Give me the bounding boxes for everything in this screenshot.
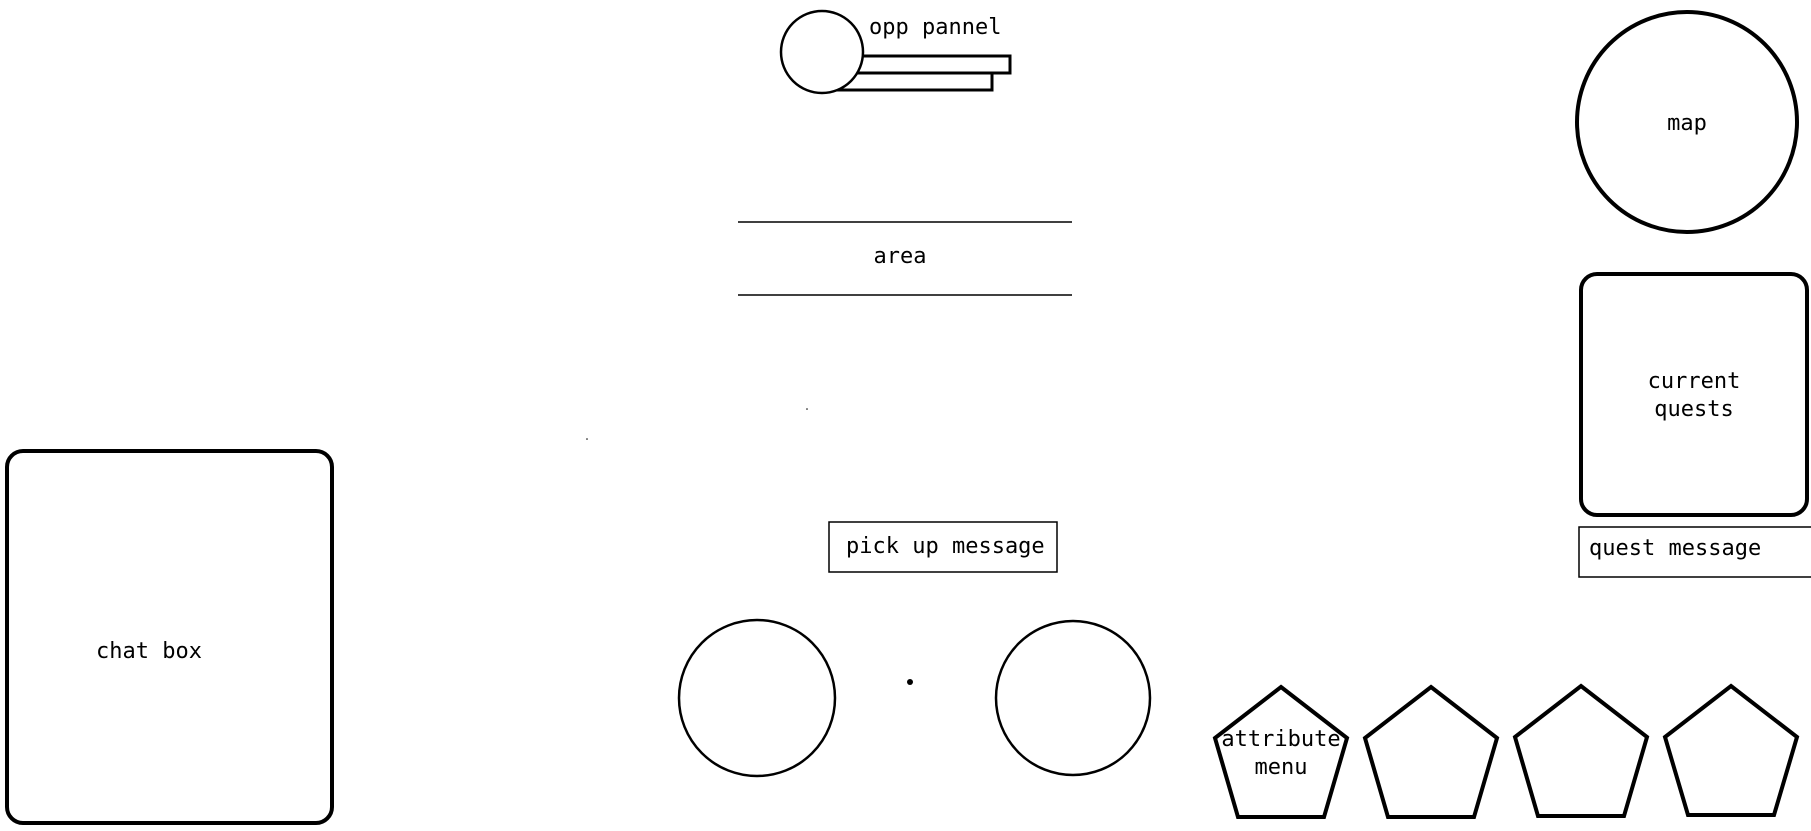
chat-box-label: chat box [96, 639, 202, 664]
center-dot [907, 679, 913, 685]
current-quests-label: current quests [1624, 368, 1764, 424]
mockup-canvas [5, 9, 1811, 825]
menu-pentagon-2 [1362, 684, 1500, 819]
opp-panel-portrait [779, 9, 865, 95]
map-label: map [1667, 111, 1707, 136]
current-quests-label-line2: quests [1654, 397, 1734, 422]
current-quests-label-line1: current [1647, 369, 1741, 394]
quest-message-label: quest message [1589, 536, 1762, 561]
pick-up-message-label: pick up message [846, 534, 1045, 559]
attribute-menu-label-line2: menu [1254, 755, 1308, 780]
action-circle-right [994, 619, 1152, 777]
opp-panel-label: opp pannel [869, 15, 1002, 40]
action-circle-left [677, 618, 837, 778]
area-label: area [873, 244, 927, 269]
attribute-menu-label-line1: attribute [1221, 727, 1341, 752]
menu-pentagon-4 [1662, 683, 1800, 817]
chat-box-panel [5, 449, 334, 825]
menu-pentagon-3 [1512, 683, 1650, 818]
stray-dot [806, 408, 808, 410]
attribute-menu-label: attribute menu [1210, 726, 1352, 782]
stray-dot [586, 438, 588, 440]
